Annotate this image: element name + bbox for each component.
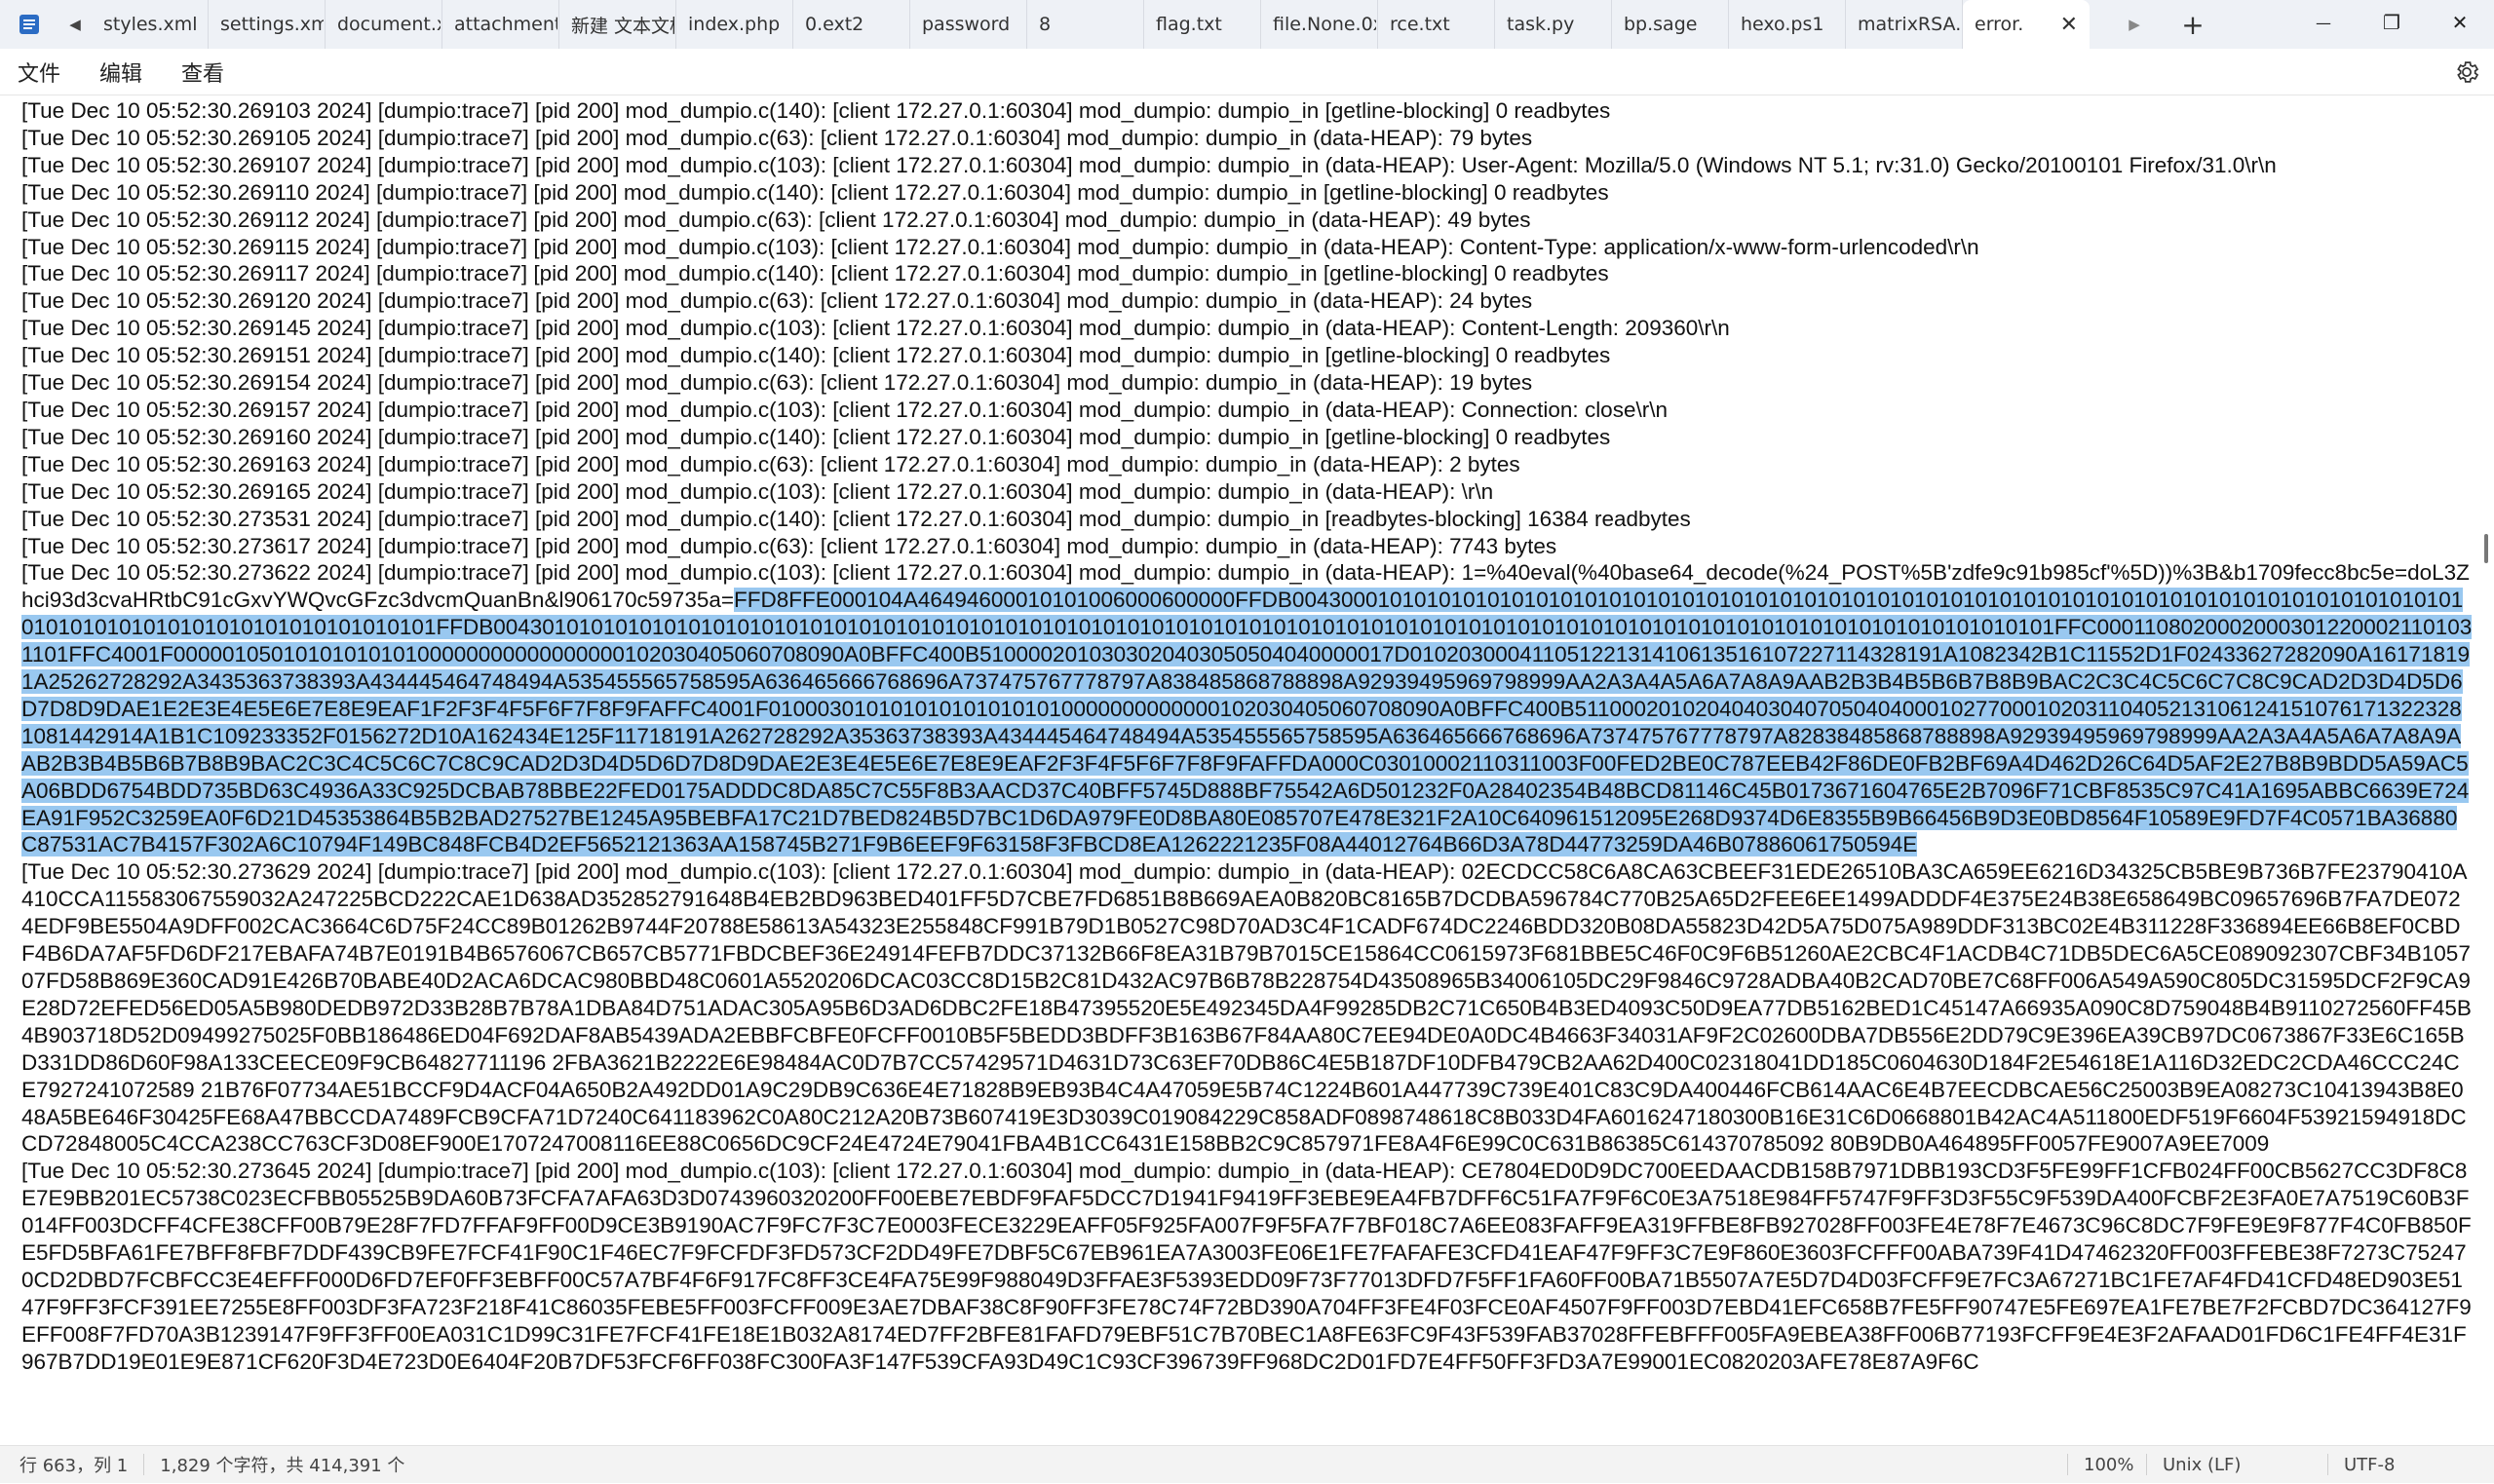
plus-icon: +	[2181, 8, 2205, 41]
tab-label: flag.txt	[1156, 14, 1222, 35]
notepad-app-icon	[0, 0, 58, 49]
tab[interactable]: task.py	[1495, 0, 1612, 49]
tab-label: rce.txt	[1390, 14, 1450, 35]
log-line-eval: [Tue Dec 10 05:52:30.273622 2024] [dumpi…	[21, 559, 2473, 858]
tab[interactable]: styles.xml	[92, 0, 209, 49]
chevron-left-icon: ◀	[69, 16, 81, 33]
tab[interactable]: rce.txt	[1378, 0, 1495, 49]
tab[interactable]: 0.ext2	[793, 0, 910, 49]
tab-label: task.py	[1507, 14, 1575, 35]
zoom-level[interactable]: 100%	[2068, 1446, 2146, 1484]
tab[interactable]: flag.txt	[1144, 0, 1261, 49]
log-line: [Tue Dec 10 05:52:30.269115 2024] [dumpi…	[21, 234, 1979, 259]
log-line: [Tue Dec 10 05:52:30.269105 2024] [dumpi…	[21, 125, 1533, 150]
tab[interactable]: 8	[1027, 0, 1144, 49]
maximize-button[interactable]: ❐	[2358, 0, 2426, 45]
scrollbar-thumb[interactable]	[2484, 534, 2488, 563]
log-line: [Tue Dec 10 05:52:30.269165 2024] [dumpi…	[21, 478, 1494, 504]
tab-label: attachment.dat	[454, 14, 557, 35]
minimize-button[interactable]: —	[2289, 0, 2358, 45]
tab-label: document.xml	[337, 14, 441, 35]
log-line: [Tue Dec 10 05:52:30.269117 2024] [dumpi…	[21, 261, 1609, 286]
log-line: [Tue Dec 10 05:52:30.269103 2024] [dumpi…	[21, 98, 1611, 123]
menu-view[interactable]: 查看	[162, 49, 244, 95]
tab-list: styles.xml settings.xml document.xml attach…	[92, 0, 2090, 49]
tab-label: bp.sage	[1624, 14, 1698, 35]
tab-bar: ◀ styles.xml settings.xml document.xml atta…	[0, 0, 2494, 49]
log-line: [Tue Dec 10 05:52:30.269110 2024] [dumpi…	[21, 179, 1609, 205]
log-line: [Tue Dec 10 05:52:30.273629 2024] [dumpi…	[21, 859, 2472, 1157]
tab[interactable]: index.php	[676, 0, 793, 49]
tab-label: matrixRSA.py	[1858, 14, 1961, 35]
tab[interactable]: settings.xml	[209, 0, 326, 49]
log-line: [Tue Dec 10 05:52:30.273645 2024] [dumpi…	[21, 1159, 2472, 1374]
window-close-button[interactable]: ✕	[2426, 0, 2494, 45]
log-line: [Tue Dec 10 05:52:30.273531 2024] [dumpi…	[21, 506, 1691, 531]
editor-content[interactable]: [Tue Dec 10 05:52:30.269103 2024] [dumpi…	[21, 97, 2473, 1376]
tab-label: 0.ext2	[805, 14, 864, 35]
tab[interactable]: hexo.ps1	[1729, 0, 1846, 49]
new-tab-button[interactable]: +	[2164, 0, 2222, 49]
menu-edit[interactable]: 编辑	[80, 49, 162, 95]
tab[interactable]: file.None.0x	[1261, 0, 1378, 49]
tab-label: error.	[1975, 14, 2024, 35]
log-line: [Tue Dec 10 05:52:30.269151 2024] [dumpi…	[21, 343, 1611, 368]
settings-button[interactable]	[2453, 58, 2480, 86]
tab[interactable]: 新建 文本文档	[559, 0, 676, 49]
log-line: [Tue Dec 10 05:52:30.269163 2024] [dumpi…	[21, 451, 1520, 476]
maximize-icon: ❐	[2383, 11, 2400, 34]
tab-scroll-left-button[interactable]: ◀	[58, 0, 92, 49]
character-count: 1,829 个字符，共 414,391 个	[160, 1456, 405, 1476]
close-tab-icon[interactable]: ✕	[2060, 13, 2078, 37]
log-line: [Tue Dec 10 05:52:30.269112 2024] [dumpi…	[21, 207, 1531, 232]
status-bar: 行 663，列 1 1,829 个字符，共 414,391 个 100% Uni…	[0, 1445, 2494, 1483]
tab-label: 8	[1039, 14, 1052, 35]
line-ending[interactable]: Unix (LF)	[2147, 1446, 2327, 1484]
encoding[interactable]: UTF-8	[2328, 1446, 2494, 1484]
tab[interactable]: password	[910, 0, 1027, 49]
menu-file[interactable]: 文件	[0, 49, 80, 95]
tab[interactable]: attachment.dat	[442, 0, 559, 49]
tab-active[interactable]: error. ✕	[1963, 0, 2090, 49]
tab-label: hexo.ps1	[1741, 14, 1824, 35]
log-line: [Tue Dec 10 05:52:30.273617 2024] [dumpi…	[21, 533, 1557, 558]
menu-bar: 文件 编辑 查看	[0, 49, 2494, 95]
selected-hex-text[interactable]: FFD8FFE000104A46494600010101006000600000…	[21, 588, 2473, 857]
close-icon: ✕	[2451, 11, 2469, 34]
cursor-position[interactable]: 行 663，列 1	[0, 1446, 143, 1484]
log-line: [Tue Dec 10 05:52:30.269120 2024] [dumpi…	[21, 288, 1533, 314]
tab[interactable]: bp.sage	[1612, 0, 1729, 49]
gear-icon	[2457, 61, 2479, 83]
tab-label: 新建 文本文档	[571, 15, 674, 37]
tab-label: styles.xml	[103, 14, 198, 35]
log-line: [Tue Dec 10 05:52:30.269154 2024] [dumpi…	[21, 370, 1533, 396]
log-line: [Tue Dec 10 05:52:30.269157 2024] [dumpi…	[21, 397, 1668, 422]
tab-label: settings.xml	[220, 14, 324, 35]
tab-label: password	[922, 14, 1011, 35]
tab-label: index.php	[688, 14, 781, 35]
log-line: [Tue Dec 10 05:52:30.269160 2024] [dumpi…	[21, 424, 1611, 449]
tab[interactable]: matrixRSA.py	[1846, 0, 1963, 49]
vertical-scrollbar[interactable]	[2476, 95, 2494, 1445]
text-editor[interactable]: [Tue Dec 10 05:52:30.269103 2024] [dumpi…	[0, 95, 2494, 1445]
log-line: [Tue Dec 10 05:52:30.269107 2024] [dumpi…	[21, 152, 2277, 177]
tab-scroll-right-button[interactable]: ▶	[2105, 0, 2164, 49]
tab-label: file.None.0x	[1273, 14, 1376, 35]
tab[interactable]: document.xml	[326, 0, 442, 49]
chevron-right-icon: ▶	[2129, 16, 2140, 33]
minimize-icon: —	[2316, 13, 2331, 32]
log-line: [Tue Dec 10 05:52:30.269145 2024] [dumpi…	[21, 316, 1730, 341]
